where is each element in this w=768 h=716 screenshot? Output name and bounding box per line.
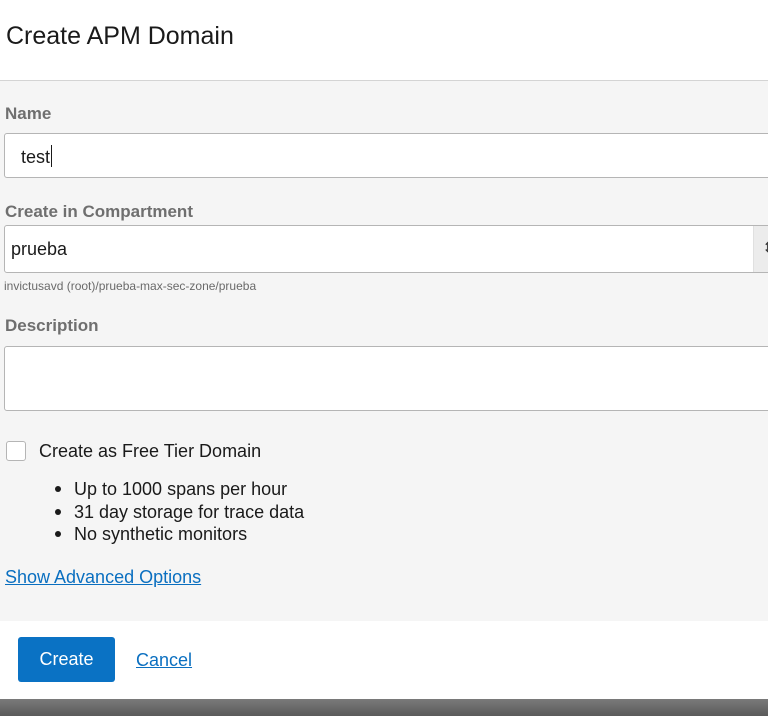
select-arrow-icon[interactable]: ⇕ xyxy=(753,226,768,272)
compartment-select[interactable]: prueba ⇕ xyxy=(4,225,768,273)
list-item: Up to 1000 spans per hour xyxy=(55,478,304,501)
dialog-footer: Create Cancel xyxy=(0,621,768,699)
background-overlay xyxy=(0,699,768,716)
compartment-select-value: prueba xyxy=(11,239,68,259)
compartment-path-hint: invictusavd (root)/prueba-max-sec-zone/p… xyxy=(4,279,257,293)
description-textarea[interactable] xyxy=(4,346,768,411)
text-caret xyxy=(51,145,53,167)
name-input-value: test xyxy=(21,145,53,167)
dialog-title: Create APM Domain xyxy=(6,22,234,50)
free-tier-checkbox-label[interactable]: Create as Free Tier Domain xyxy=(39,440,261,462)
create-button[interactable]: Create xyxy=(18,637,115,682)
create-apm-domain-dialog: Create APM Domain Name test Create in Co… xyxy=(0,0,768,716)
description-label: Description xyxy=(5,316,99,335)
free-tier-bullet-list: Up to 1000 spans per hour 31 day storage… xyxy=(55,478,304,546)
list-item: No synthetic monitors xyxy=(55,523,304,546)
name-input[interactable]: test xyxy=(4,133,768,178)
compartment-label: Create in Compartment xyxy=(5,202,193,221)
cancel-button[interactable]: Cancel xyxy=(136,649,192,671)
name-label: Name xyxy=(5,104,52,123)
list-item: 31 day storage for trace data xyxy=(55,501,304,524)
show-advanced-options-link[interactable]: Show Advanced Options xyxy=(5,566,201,588)
dialog-header: Create APM Domain xyxy=(0,0,768,81)
free-tier-checkbox[interactable] xyxy=(6,441,26,461)
